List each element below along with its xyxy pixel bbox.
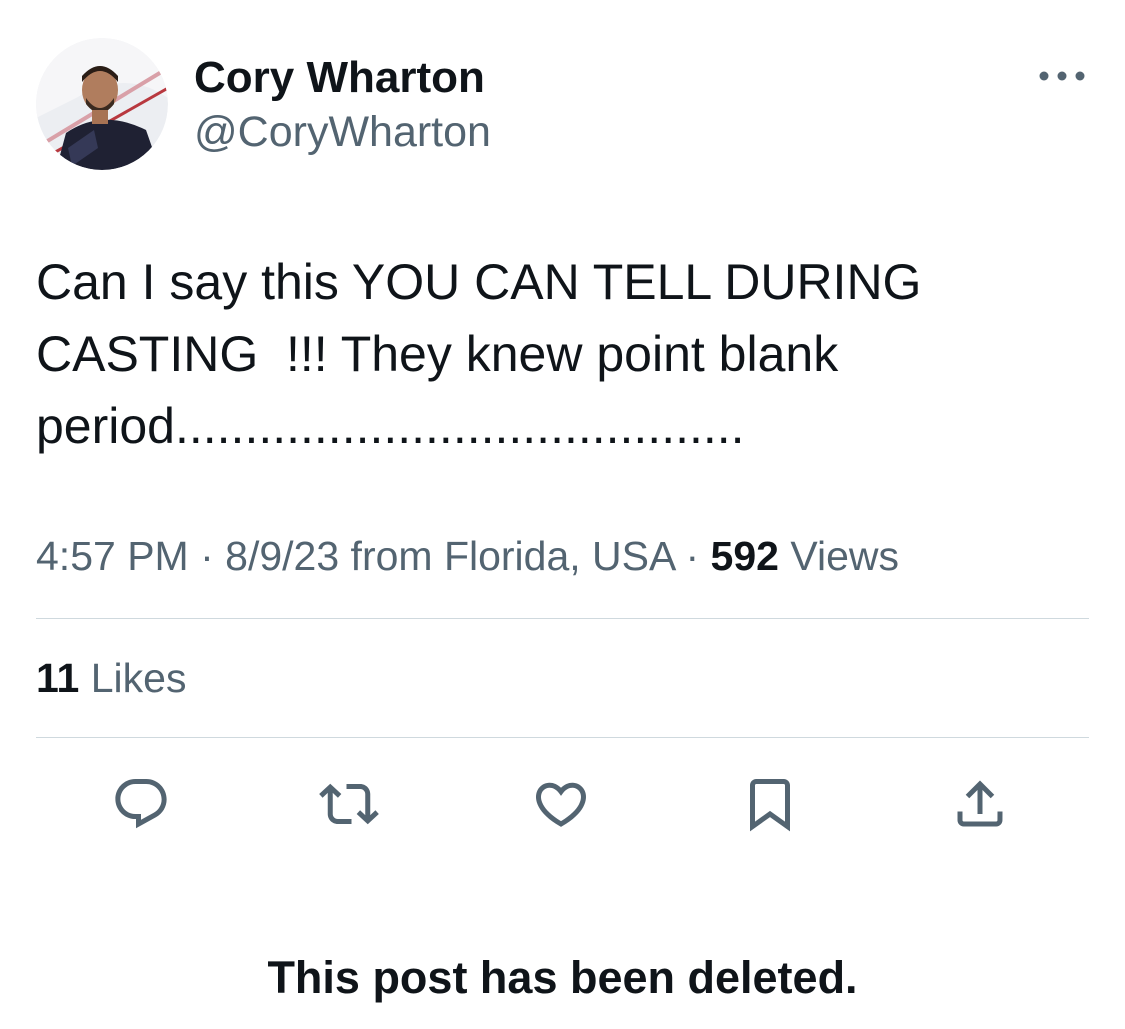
tweet-date[interactable]: 8/9/23 xyxy=(225,533,339,579)
reply-icon xyxy=(115,779,167,829)
avatar-photo xyxy=(36,38,168,170)
heart-icon xyxy=(535,782,587,827)
tweet-location: from Florida, USA xyxy=(350,533,675,579)
likes-label: Likes xyxy=(90,655,187,701)
tweet-metadata: 4:57 PM · 8/9/23 from Florida, USA · 592… xyxy=(36,530,899,582)
views-label: Views xyxy=(790,533,899,579)
likes-stat[interactable]: 11 Likes xyxy=(36,652,186,704)
bookmark-icon xyxy=(750,779,790,832)
retweet-icon xyxy=(319,783,379,825)
more-options-button[interactable] xyxy=(1036,62,1088,90)
tweet-time[interactable]: 4:57 PM xyxy=(36,533,189,579)
retweet-button[interactable] xyxy=(317,772,381,836)
more-dots-icon xyxy=(1039,71,1085,81)
share-button[interactable] xyxy=(948,772,1012,836)
divider xyxy=(36,618,1089,619)
share-icon xyxy=(957,780,1003,827)
author-display-name[interactable]: Cory Wharton xyxy=(194,52,485,104)
meta-separator: · xyxy=(674,533,711,579)
author-handle[interactable]: @CoryWharton xyxy=(194,106,491,158)
divider xyxy=(36,737,1089,738)
meta-separator: · xyxy=(188,533,226,579)
bookmark-button[interactable] xyxy=(738,772,802,836)
reply-button[interactable] xyxy=(109,772,173,836)
likes-count: 11 xyxy=(36,655,80,701)
like-button[interactable] xyxy=(529,772,593,836)
views-count: 592 xyxy=(710,533,779,579)
deleted-notice: This post has been deleted. xyxy=(267,952,858,1003)
tweet-text: Can I say this YOU CAN TELL DURING CASTI… xyxy=(36,254,922,454)
avatar[interactable] xyxy=(36,38,168,170)
